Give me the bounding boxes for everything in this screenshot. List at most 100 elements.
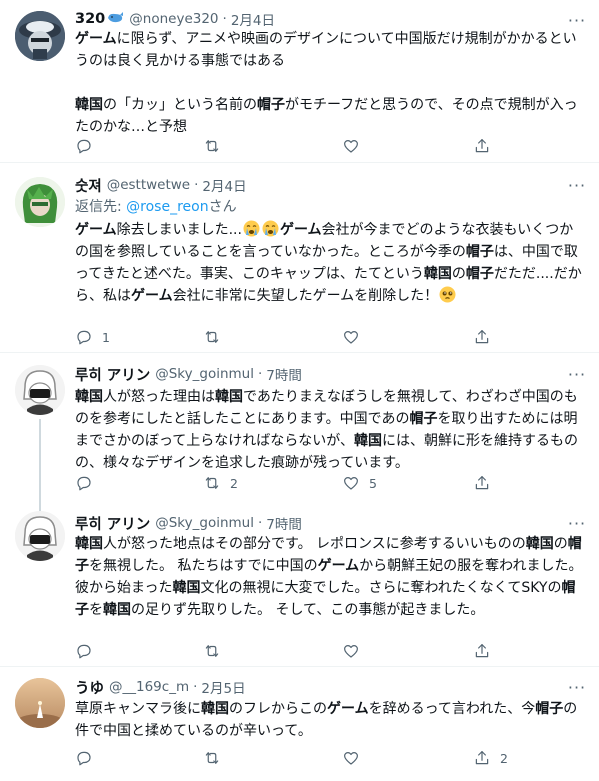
- user-handle[interactable]: @Sky_goinmul: [155, 366, 254, 382]
- retweet-button[interactable]: [203, 748, 230, 768]
- display-name[interactable]: うゆ: [75, 677, 104, 698]
- reply-button[interactable]: 1: [75, 327, 110, 347]
- tweet[interactable]: 루히 アリン @Sky_goinmul · 7時間 ··· 韓国 人が怒った地点は…: [0, 504, 599, 667]
- tweet-header: 320 @noneye320 · 2月4日: [75, 9, 275, 29]
- avatar[interactable]: [15, 511, 65, 561]
- highlighted-keyword: 韓国: [354, 433, 383, 449]
- separator: ·: [194, 177, 199, 193]
- more-options-icon[interactable]: ···: [567, 677, 587, 697]
- tweet[interactable]: 루히 アリン @Sky_goinmul · 7時間 ··· 韓国 人が怒った理由は…: [0, 353, 599, 512]
- highlighted-keyword: ゲーム: [317, 558, 360, 574]
- display-name[interactable]: 루히 アリン: [75, 364, 150, 385]
- retweet-icon: [203, 749, 221, 767]
- highlighted-keyword: 帽子: [465, 244, 494, 260]
- tweet-date[interactable]: 2月4日: [231, 9, 275, 29]
- like-button[interactable]: [342, 327, 369, 347]
- user-handle[interactable]: @Sky_goinmul: [155, 515, 254, 531]
- text-segment: のフレからこの: [229, 701, 327, 717]
- avatar[interactable]: [15, 365, 65, 415]
- text-segment: 人が怒った理由は: [103, 389, 215, 405]
- tweet-text: 草原キャンマラ後に韓国のフレからこのゲームを辞めるって言われた、今帽子の件で中国…: [75, 698, 585, 742]
- text-segment: に限らず、アニメや映画のデザインについて中国版だけ規制がかかるというのは良く見か…: [75, 31, 577, 69]
- replying-to: 返信先: @rose_reonさん: [75, 196, 237, 216]
- share-button[interactable]: [473, 327, 500, 347]
- more-options-icon[interactable]: ···: [567, 10, 587, 30]
- avatar[interactable]: [15, 11, 65, 61]
- highlighted-keyword: 韓国: [423, 266, 452, 282]
- separator: ·: [257, 515, 263, 531]
- user-handle[interactable]: @esttwetwe: [107, 177, 190, 193]
- like-button[interactable]: [342, 136, 369, 156]
- replying-to-handle[interactable]: @rose_reon: [126, 199, 208, 215]
- display-name[interactable]: 루히 アリン: [75, 513, 150, 534]
- tweet-date[interactable]: 7時間: [266, 513, 302, 533]
- retweet-button[interactable]: 2: [203, 473, 238, 493]
- like-button[interactable]: [342, 641, 369, 661]
- highlighted-keyword: 帽子: [257, 97, 285, 113]
- share-icon: [473, 474, 491, 492]
- text-segment: の足りず先取りした。 そして、この事態が起きました。: [131, 602, 485, 618]
- retweet-button[interactable]: [203, 136, 230, 156]
- reply-button[interactable]: [75, 748, 102, 768]
- text-segment: 除去しまいました...: [116, 222, 242, 238]
- text-segment: 草原キャンマラ後に: [75, 701, 201, 717]
- share-icon: [473, 749, 491, 767]
- whale-emoji-icon: [107, 11, 124, 28]
- reply-button[interactable]: [75, 641, 102, 661]
- retweet-button[interactable]: [203, 641, 230, 661]
- tweet-date[interactable]: 2月4日: [202, 175, 246, 195]
- retweet-icon: [203, 137, 221, 155]
- avatar[interactable]: [15, 678, 65, 728]
- tweet-date[interactable]: 7時間: [266, 364, 302, 384]
- tweet-text: ゲームに限らず、アニメや映画のデザインについて中国版だけ規制がかかるというのは良…: [75, 28, 585, 138]
- more-options-icon[interactable]: ···: [567, 513, 587, 533]
- replying-to-label: 返信先:: [75, 199, 127, 215]
- tweet[interactable]: 숫져 @esttwetwe · 2月4日 ··· 返信先: @rose_reon…: [0, 163, 599, 353]
- separator: ·: [257, 366, 263, 382]
- like-button[interactable]: [342, 748, 369, 768]
- tweet[interactable]: うゆ @__169c_m · 2月5日 ··· 草原キャンマラ後に韓国のフレから…: [0, 667, 599, 781]
- avatar[interactable]: [15, 177, 65, 227]
- tweet-text: 韓国人が怒った理由は韓国であたりまえなぼうしを無視して、わざわざ中国のものを参考…: [75, 386, 585, 474]
- like-icon: [342, 137, 360, 155]
- crying-face-emoji-icon: [262, 220, 279, 237]
- reply-button[interactable]: [75, 473, 102, 493]
- user-handle[interactable]: @noneye320: [129, 11, 218, 27]
- highlighted-keyword: 韓国: [172, 580, 201, 596]
- tweet-date[interactable]: 2月5日: [201, 677, 245, 697]
- reply-button[interactable]: [75, 136, 102, 156]
- user-handle[interactable]: @__169c_m: [109, 679, 189, 695]
- more-options-icon[interactable]: ···: [567, 175, 587, 195]
- retweet-icon: [203, 328, 221, 346]
- like-icon: [342, 328, 360, 346]
- like-button[interactable]: 5: [342, 473, 377, 493]
- reply-icon: [75, 642, 93, 660]
- highlighted-keyword: 韓国: [103, 602, 131, 618]
- text-segment: 人が怒った地点はその部分です。 レポロンスに参考するいいものの: [103, 536, 526, 552]
- share-button[interactable]: [473, 473, 500, 493]
- tweet-text: ゲーム除去しまいました... ゲーム会社が今までどのような衣装もいくつかの国を参照…: [75, 219, 585, 307]
- text-segment: を無視した。 私たちはすでに中国の: [89, 558, 318, 574]
- highlighted-keyword: ゲーム: [327, 701, 369, 717]
- reply-count: 1: [102, 329, 110, 345]
- like-count: 5: [369, 475, 377, 491]
- tweet-header: 루히 アリン @Sky_goinmul · 7時間: [75, 364, 302, 384]
- retweet-button[interactable]: [203, 327, 230, 347]
- share-icon: [473, 642, 491, 660]
- text-segment: を: [89, 602, 103, 618]
- tweet[interactable]: 320 @noneye320 · 2月4日 ··· ゲームに限らず、アニメや映画…: [0, 0, 599, 163]
- display-name[interactable]: 320: [75, 11, 105, 27]
- more-options-icon[interactable]: ···: [567, 364, 587, 384]
- share-button[interactable]: [473, 136, 500, 156]
- highlighted-keyword: 韓国: [75, 97, 103, 113]
- display-name[interactable]: 숫져: [75, 175, 102, 196]
- share-button[interactable]: 2: [473, 748, 508, 768]
- text-segment: の: [553, 536, 568, 552]
- text-segment: の「カッ」という名前の: [103, 97, 257, 113]
- highlighted-keyword: ゲーム: [75, 222, 117, 238]
- highlighted-keyword: ゲーム: [131, 288, 173, 304]
- share-button[interactable]: [473, 641, 500, 661]
- reply-icon: [75, 137, 93, 155]
- pleading-face-emoji-icon: [439, 286, 456, 303]
- text-segment: 会社に非常に失望したゲームを削除した！: [172, 288, 439, 304]
